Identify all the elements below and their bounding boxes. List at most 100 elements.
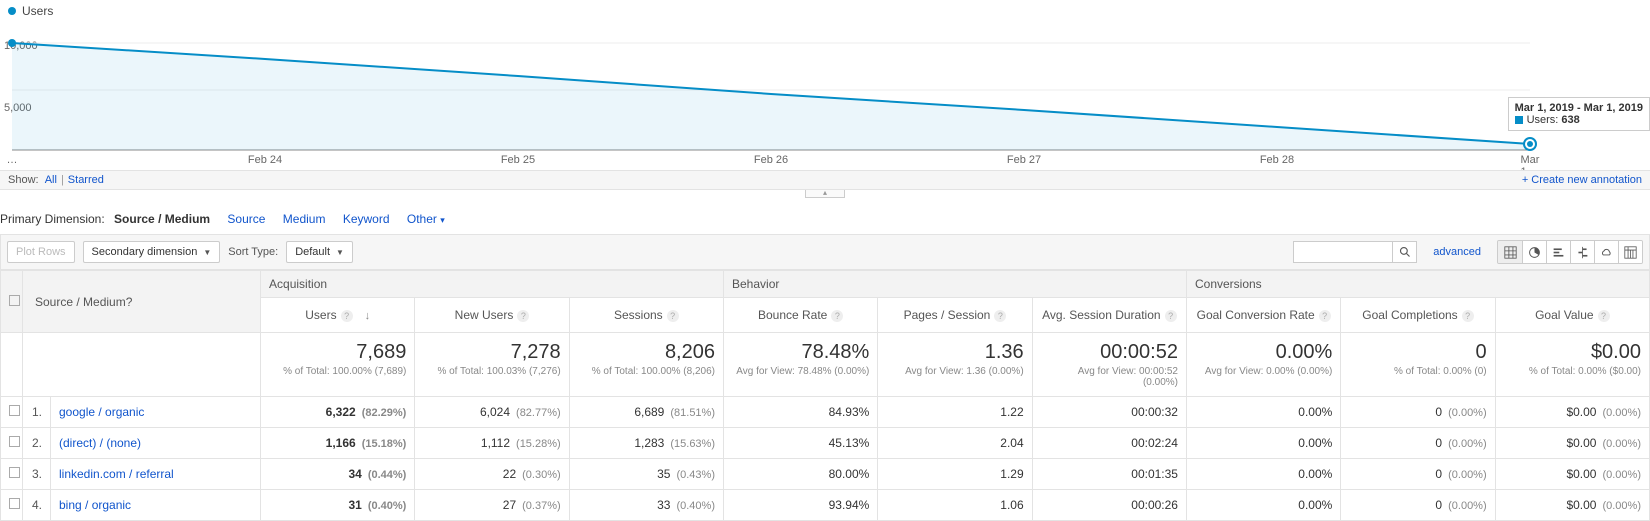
column-header-sessions[interactable]: Sessions?: [569, 298, 723, 333]
group-conversions: Conversions: [1186, 271, 1649, 298]
view-comparison-icon[interactable]: [1570, 241, 1594, 263]
metric-cell: 0.00%: [1186, 490, 1340, 521]
chart-point-end[interactable]: [1523, 137, 1537, 151]
legend-dot-icon: [8, 7, 16, 15]
metric-cell: 0.00%: [1186, 397, 1340, 428]
row-checkbox[interactable]: [9, 436, 20, 447]
column-header-new-users[interactable]: New Users?: [415, 298, 569, 333]
view-bar-icon[interactable]: [1546, 241, 1570, 263]
dimension-keyword[interactable]: Keyword: [343, 212, 390, 226]
metric-cell: $0.00(0.00%): [1495, 490, 1649, 521]
summary-cell: 7,689% of Total: 100.00% (7,689): [261, 333, 415, 397]
metric-cell: 2.04: [878, 428, 1032, 459]
help-icon[interactable]: ?: [1165, 310, 1177, 322]
metric-cell: 0(0.00%): [1341, 490, 1495, 521]
row-checkbox-cell: [1, 397, 23, 428]
source-medium-cell: linkedin.com / referral: [51, 459, 261, 490]
metric-cell: 0.00%: [1186, 459, 1340, 490]
x-label-5: Feb 28: [1260, 154, 1294, 166]
primary-dimension-row: Primary Dimension: Source / Medium Sourc…: [0, 198, 1650, 234]
column-header-users[interactable]: Users?↓: [261, 298, 415, 333]
source-medium-link[interactable]: linkedin.com / referral: [59, 467, 174, 481]
show-all-link[interactable]: All: [45, 174, 57, 186]
dimension-other[interactable]: Other ▾: [407, 212, 445, 226]
group-behavior: Behavior: [724, 271, 1187, 298]
x-label-4: Feb 27: [1007, 154, 1041, 166]
search-input[interactable]: [1293, 241, 1393, 263]
column-header-avg-session-duration[interactable]: Avg. Session Duration?: [1032, 298, 1186, 333]
select-all-checkbox[interactable]: [9, 295, 20, 306]
checkbox-header: [1, 271, 23, 333]
dimension-source[interactable]: Source: [227, 212, 265, 226]
metric-cell: 0.00%: [1186, 428, 1340, 459]
summary-cell: 0.00%Avg for View: 0.00% (0.00%): [1186, 333, 1340, 397]
column-header-goal-value[interactable]: Goal Value?: [1495, 298, 1649, 333]
table-row: 2.(direct) / (none)1,166(15.18%)1,112(15…: [1, 428, 1650, 459]
help-icon[interactable]: ?: [341, 310, 353, 322]
source-medium-link[interactable]: google / organic: [59, 405, 144, 419]
expand-collapse-tab[interactable]: ▴: [805, 190, 845, 198]
row-checkbox-cell: [1, 490, 23, 521]
row-checkbox-cell: [1, 428, 23, 459]
help-icon[interactable]: ?: [1319, 310, 1331, 322]
summary-cell: $0.00% of Total: 0.00% ($0.00): [1495, 333, 1649, 397]
chart-plot-area[interactable]: [12, 22, 1530, 152]
legend-label: Users: [22, 4, 53, 18]
dimension-column-header[interactable]: Source / Medium?: [23, 271, 261, 333]
column-header-goal-completions[interactable]: Goal Completions?: [1341, 298, 1495, 333]
chart-legend: Users: [0, 0, 1650, 22]
metric-cell: $0.00(0.00%): [1495, 397, 1649, 428]
help-icon[interactable]: ?: [667, 310, 679, 322]
source-medium-cell: bing / organic: [51, 490, 261, 521]
x-label-0: …: [7, 154, 18, 166]
help-icon[interactable]: ?: [517, 310, 529, 322]
column-header-pages-session[interactable]: Pages / Session?: [878, 298, 1032, 333]
secondary-dimension-dropdown[interactable]: Secondary dimension▼: [83, 241, 221, 263]
row-checkbox-cell: [1, 459, 23, 490]
metric-cell: 00:02:24: [1032, 428, 1186, 459]
summary-cell: 0% of Total: 0.00% (0): [1341, 333, 1495, 397]
row-checkbox[interactable]: [9, 467, 20, 478]
sort-arrow-icon: ↓: [365, 310, 371, 322]
metric-cell: 33(0.40%): [569, 490, 723, 521]
summary-cell: 8,206% of Total: 100.00% (8,206): [569, 333, 723, 397]
source-medium-link[interactable]: bing / organic: [59, 498, 131, 512]
row-checkbox[interactable]: [9, 405, 20, 416]
dimension-medium[interactable]: Medium: [283, 212, 326, 226]
metric-cell: 35(0.43%): [569, 459, 723, 490]
metric-cell: 34(0.44%): [261, 459, 415, 490]
view-pivot-icon[interactable]: [1618, 241, 1642, 263]
advanced-link[interactable]: advanced: [1433, 246, 1481, 258]
help-icon[interactable]: ?: [1598, 310, 1610, 322]
metric-cell: $0.00(0.00%): [1495, 428, 1649, 459]
table-search: [1293, 241, 1417, 263]
view-pie-icon[interactable]: [1522, 241, 1546, 263]
summary-cell: 78.48%Avg for View: 78.48% (0.00%): [724, 333, 878, 397]
column-header-goal-conversion-rate[interactable]: Goal Conversion Rate?: [1186, 298, 1340, 333]
help-icon[interactable]: ?: [126, 295, 133, 309]
separator: |: [61, 174, 64, 186]
row-number: 3.: [23, 459, 51, 490]
metric-cell: 93.94%: [724, 490, 878, 521]
metric-cell: 1,166(15.18%): [261, 428, 415, 459]
metric-cell: 1.29: [878, 459, 1032, 490]
sort-type-dropdown[interactable]: Default▼: [286, 241, 353, 263]
help-icon[interactable]: ?: [1462, 310, 1474, 322]
view-cloud-icon[interactable]: [1594, 241, 1618, 263]
row-number: 1.: [23, 397, 51, 428]
show-starred-link[interactable]: Starred: [68, 174, 104, 186]
view-table-icon[interactable]: [1498, 241, 1522, 263]
source-medium-link[interactable]: (direct) / (none): [59, 436, 141, 450]
metric-cell: 84.93%: [724, 397, 878, 428]
dimension-active[interactable]: Source / Medium: [114, 212, 210, 226]
search-button[interactable]: [1393, 241, 1417, 263]
chevron-down-icon: ▼: [203, 248, 211, 257]
create-annotation-link[interactable]: + Create new annotation: [1522, 174, 1642, 186]
help-icon[interactable]: ?: [994, 310, 1006, 322]
metric-cell: 6,024(82.77%): [415, 397, 569, 428]
metric-cell: 80.00%: [724, 459, 878, 490]
sort-type-label: Sort Type:: [228, 246, 278, 258]
help-icon[interactable]: ?: [831, 310, 843, 322]
column-header-bounce-rate[interactable]: Bounce Rate?: [724, 298, 878, 333]
source-medium-cell: google / organic: [51, 397, 261, 428]
